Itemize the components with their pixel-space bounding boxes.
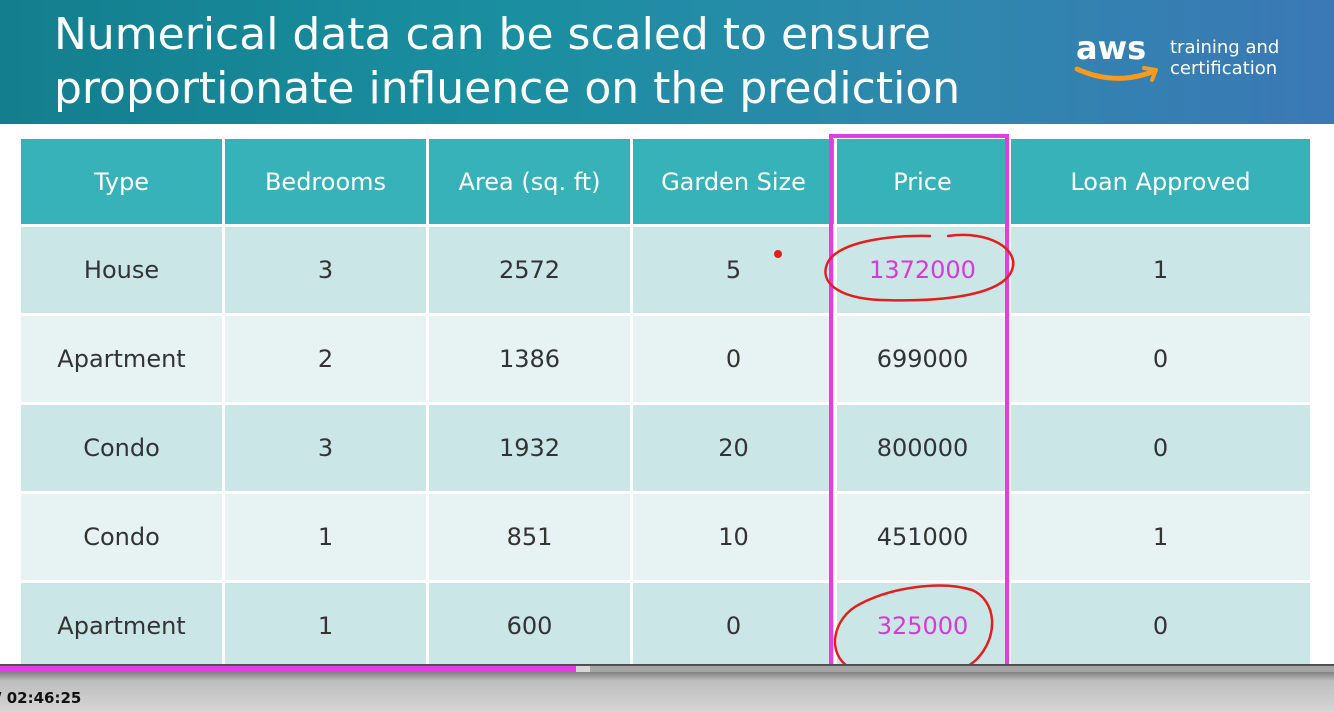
column-header-price: Price xyxy=(834,136,1011,227)
table-row: Apartment 1 600 0 325000 0 xyxy=(18,580,1313,672)
cell-type: Condo xyxy=(18,402,225,494)
cell-price: 699000 xyxy=(834,313,1011,405)
column-header-type: Type xyxy=(18,136,225,227)
cell-area: 851 xyxy=(426,491,633,583)
cell-garden-size: 10 xyxy=(630,491,837,583)
seek-bar[interactable] xyxy=(0,666,1334,672)
cell-loan-approved: 0 xyxy=(1008,313,1313,405)
cell-type: Apartment xyxy=(18,580,225,672)
cell-loan-approved: 0 xyxy=(1008,580,1313,672)
cell-garden-size: 0 xyxy=(630,313,837,405)
aws-logo-word: aws xyxy=(1076,29,1147,67)
cell-bedrooms: 1 xyxy=(222,491,429,583)
cell-area: 1932 xyxy=(426,402,633,494)
cell-price: 451000 xyxy=(834,491,1011,583)
housing-data-table: Type Bedrooms Area (sq. ft) Garden Size … xyxy=(18,136,1313,672)
cell-loan-approved: 1 xyxy=(1008,491,1313,583)
column-header-garden-size: Garden Size xyxy=(630,136,837,227)
aws-brand: aws training and certification xyxy=(1072,30,1302,94)
cell-garden-size: 20 xyxy=(630,402,837,494)
table-row: House 3 2572 5 1372000 1 xyxy=(18,224,1313,316)
cell-area: 600 xyxy=(426,580,633,672)
seek-bar-progress xyxy=(0,666,577,672)
cell-type: Apartment xyxy=(18,313,225,405)
column-header-area: Area (sq. ft) xyxy=(426,136,633,227)
cell-type: Condo xyxy=(18,491,225,583)
table-row: Apartment 2 1386 0 699000 0 xyxy=(18,313,1313,405)
cell-price: 800000 xyxy=(834,402,1011,494)
slide-title: Numerical data can be scaled to ensure p… xyxy=(54,9,961,114)
cell-loan-approved: 1 xyxy=(1008,224,1313,316)
cell-area: 2572 xyxy=(426,224,633,316)
table-row: Condo 1 851 10 451000 1 xyxy=(18,491,1313,583)
cell-bedrooms: 1 xyxy=(222,580,429,672)
slide-header: Numerical data can be scaled to ensure p… xyxy=(0,0,1334,124)
cell-garden-size: 0 xyxy=(630,580,837,672)
cell-bedrooms: 3 xyxy=(222,224,429,316)
table-header-row: Type Bedrooms Area (sq. ft) Garden Size … xyxy=(18,136,1313,227)
table-section: Type Bedrooms Area (sq. ft) Garden Size … xyxy=(0,124,1334,672)
cell-price-circled: 325000 xyxy=(834,580,1011,672)
column-header-bedrooms: Bedrooms xyxy=(222,136,429,227)
cell-loan-approved: 0 xyxy=(1008,402,1313,494)
playback-duration: / 02:46:25 xyxy=(0,689,82,707)
cell-type: House xyxy=(18,224,225,316)
cell-area: 1386 xyxy=(426,313,633,405)
table-row: Condo 3 1932 20 800000 0 xyxy=(18,402,1313,494)
cell-garden-size: 5 xyxy=(630,224,837,316)
cell-bedrooms: 2 xyxy=(222,313,429,405)
aws-logo-icon: aws xyxy=(1072,30,1162,90)
aws-smile-icon xyxy=(1074,66,1158,82)
column-header-loan-approved: Loan Approved xyxy=(1008,136,1313,227)
brand-tagline: training and certification xyxy=(1170,37,1280,79)
cell-price-circled: 1372000 xyxy=(834,224,1011,316)
cell-bedrooms: 3 xyxy=(222,402,429,494)
video-frame[interactable]: Numerical data can be scaled to ensure p… xyxy=(0,0,1334,712)
